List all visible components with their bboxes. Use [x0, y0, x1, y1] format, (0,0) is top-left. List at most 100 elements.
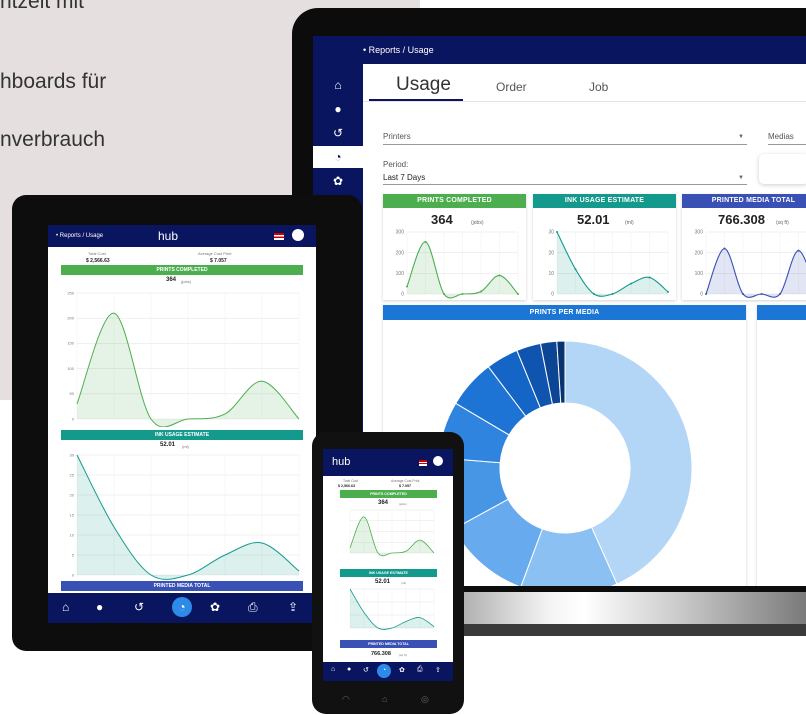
apply-button[interactable] [759, 154, 806, 184]
y-tick-label: 15 [70, 512, 75, 517]
home-icon[interactable]: ⌂ [331, 666, 335, 673]
globe-icon[interactable]: ● [313, 98, 363, 120]
y-tick-label: 150 [67, 341, 74, 346]
tablet-breadcrumb: • Reports / Usage [56, 233, 104, 239]
medias-select-label[interactable]: Medias [768, 132, 794, 141]
globe-icon[interactable]: ● [96, 600, 103, 614]
tab-usage[interactable]: Usage [396, 74, 451, 96]
us-flag-icon[interactable] [419, 460, 427, 466]
printers-select-label[interactable]: Printers [383, 132, 411, 141]
history-icon[interactable]: ↺ [363, 666, 369, 674]
card-value: 52.01 [577, 212, 610, 227]
phone-ink-usage-chart [349, 588, 435, 630]
upload-icon[interactable]: ⇪ [288, 600, 298, 614]
tablet-breadcrumb-text: Reports / Usage [59, 233, 104, 239]
data-point [443, 293, 445, 295]
marketing-composite: ntzeit mit hboards für nverbrauch ⌂ ● ↺ … [0, 0, 806, 715]
history-icon[interactable]: ↺ [313, 122, 363, 144]
reports-pie-icon[interactable]: ◔ [377, 664, 391, 678]
phone-home-icon[interactable]: ⌂ [382, 694, 387, 704]
history-icon[interactable]: ↺ [134, 600, 144, 614]
home-icon[interactable]: ⌂ [62, 600, 69, 614]
card-value: 766.308 [718, 212, 765, 227]
tab-order[interactable]: Order [496, 80, 527, 94]
period-chevron-down-icon[interactable]: ▼ [738, 175, 744, 181]
data-point [705, 293, 707, 295]
y-tick-label: 25 [70, 472, 75, 477]
card-title: PRINTED MEDIA TOTAL [682, 194, 806, 208]
y-tick-label: 30 [70, 452, 75, 457]
y-tick-label: 20 [70, 492, 75, 497]
card-title: INK USAGE ESTIMATE [533, 194, 676, 208]
avatar[interactable] [433, 456, 443, 466]
printer-icon[interactable]: ⎙ [248, 600, 258, 615]
avg-cost-value: $ 7.057 [210, 258, 227, 264]
data-point [630, 282, 632, 285]
y-tick-label: 10 [70, 532, 75, 537]
total-cost-label: Total Cost [88, 251, 106, 256]
tablet-printed-media-title: PRINTED MEDIA TOTAL [61, 581, 303, 591]
tablet-ink-usage-value: 52.01 [160, 442, 176, 448]
printers-chevron-down-icon[interactable]: ▼ [738, 134, 744, 140]
y-tick-label: 0 [72, 416, 75, 421]
tablet-brand-logo: hub [158, 229, 179, 243]
media-icon[interactable]: ✿ [313, 170, 363, 192]
tablet-screen: • Reports / Usage hub Total Cost $ 2,566… [48, 225, 316, 623]
tabs-divider [363, 101, 806, 102]
tablet-ink-usage-title: INK USAGE ESTIMATE [61, 430, 303, 440]
phone-brand-logo: hub [332, 456, 351, 468]
y-tick-label: 250 [67, 290, 74, 295]
data-point [461, 293, 464, 295]
phone-recents-icon[interactable]: ◎ [421, 694, 429, 705]
top-bar: • Reports / Usage [313, 36, 806, 64]
data-point [667, 290, 669, 293]
us-flag-icon[interactable] [274, 233, 284, 240]
tablet-prints-completed-chart: 250 200 150 100 50 0 [67, 290, 300, 427]
y-tick-label: 0 [551, 292, 554, 298]
reports-pie-icon[interactable]: ◔ [172, 597, 192, 617]
avatar[interactable] [292, 229, 304, 241]
tab-job[interactable]: Job [589, 80, 608, 94]
data-point [424, 240, 427, 243]
y-tick-label: 30 [548, 230, 554, 236]
y-tick-label: 300 [396, 230, 405, 236]
medias-select[interactable] [768, 144, 806, 145]
y-tick-label: 0 [700, 292, 703, 298]
period-select[interactable] [383, 184, 747, 185]
card-printed-media: PRINTED MEDIA TOTAL 766.308 (sq ft) 300 2… [682, 194, 806, 300]
tablet-prints-completed-title: PRINTS COMPLETED [61, 265, 303, 275]
y-tick-label: 200 [67, 316, 74, 321]
printer-icon[interactable]: ⎙ [417, 666, 423, 674]
data-point [797, 249, 800, 252]
phone-bottom-nav: ⌂ ● ↺ ◔ ✿ ⎙ ⇪ [323, 662, 453, 681]
phone-top-bar: hub [323, 449, 453, 476]
phone-printed-media-value: 766.308 [371, 651, 391, 657]
prints-completed-mini-chart: 300 200 100 0 [396, 230, 519, 299]
reports-pie-icon[interactable]: ◔ [313, 146, 363, 168]
card-unit: (sq ft) [776, 220, 789, 226]
globe-icon[interactable]: ● [347, 666, 351, 673]
card-title: PRINTS COMPLETED [383, 194, 526, 208]
y-tick-label: 200 [695, 250, 704, 256]
y-tick-label: 200 [396, 250, 405, 256]
tablet-bottom-nav: ⌂ ● ↺ ◔ ✿ ⎙ ⇪ [48, 593, 316, 623]
tablet-top-bar: • Reports / Usage hub [48, 225, 316, 247]
printers-select[interactable] [383, 144, 747, 145]
media-icon[interactable]: ✿ [210, 600, 220, 614]
data-point [779, 293, 781, 295]
y-tick-label: 100 [695, 271, 704, 277]
card-ink-usage: INK USAGE ESTIMATE 52.01 (ml) 30 20 10 0 [533, 194, 676, 300]
background-text-line-3: nverbrauch [0, 128, 106, 151]
home-icon[interactable]: ⌂ [313, 74, 363, 96]
panel-title-bar [757, 305, 806, 320]
phone-printed-media-unit: (sq ft) [399, 653, 407, 657]
data-point [498, 274, 501, 277]
media-icon[interactable]: ✿ [399, 666, 405, 674]
total-cost-value: $ 2,566.63 [86, 258, 110, 264]
period-label: Period: [383, 160, 409, 169]
data-point [648, 276, 651, 279]
phone-back-icon[interactable]: ◠ [342, 694, 350, 705]
data-point [742, 293, 744, 295]
period-select-value[interactable]: Last 7 Days [383, 173, 425, 182]
upload-icon[interactable]: ⇪ [435, 666, 441, 674]
